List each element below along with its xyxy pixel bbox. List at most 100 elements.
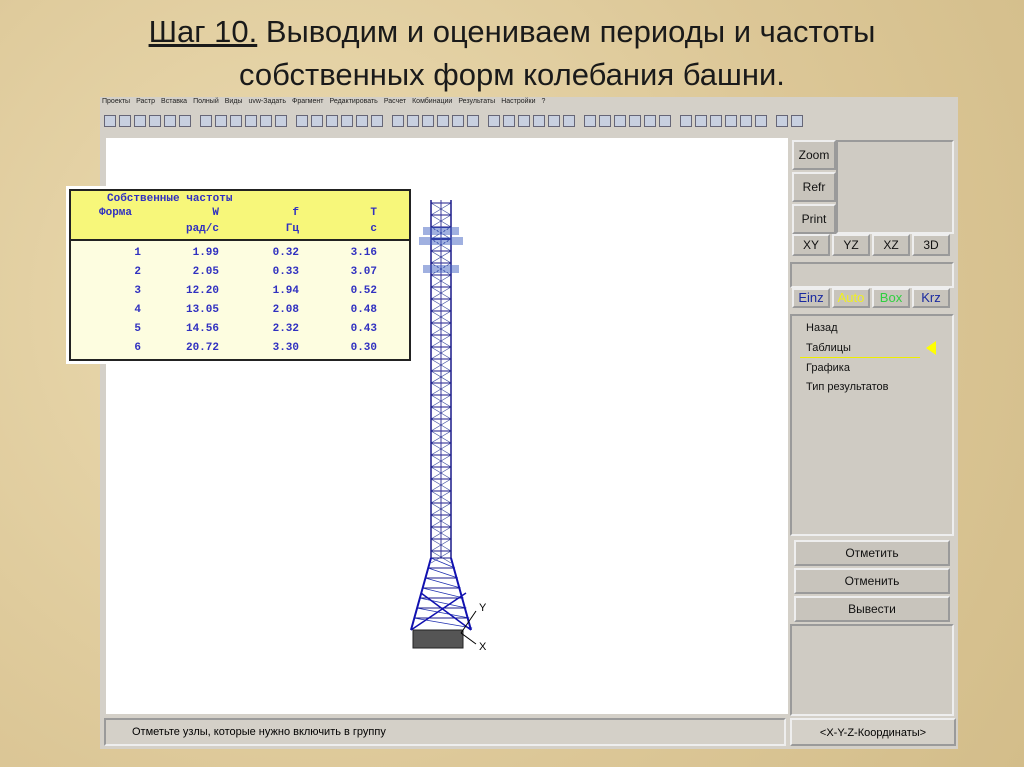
menu-item[interactable]: Полный bbox=[193, 98, 219, 105]
mode-einz-button[interactable]: Einz bbox=[792, 288, 830, 308]
toolbar-button-icon[interactable] bbox=[392, 115, 404, 127]
toolbar-button-icon[interactable] bbox=[791, 115, 803, 127]
step-label: Шаг 10. bbox=[148, 14, 258, 49]
toolbar-button-icon[interactable] bbox=[230, 115, 242, 127]
app-window: Проекты Растр Вставка Полный Виды uvw-Задать Ф… bbox=[66, 97, 958, 749]
toolbar-button-icon[interactable] bbox=[422, 115, 434, 127]
menu-tables[interactable]: Таблицы bbox=[806, 342, 851, 354]
toolbar-button-icon[interactable] bbox=[755, 115, 767, 127]
toolbar-button-icon[interactable] bbox=[371, 115, 383, 127]
menu-item[interactable]: Расчет bbox=[384, 98, 406, 105]
tower-member bbox=[460, 610, 477, 634]
coordinates-button[interactable]: <X-Y-Z-Координаты> bbox=[790, 718, 956, 746]
toolbar-button-icon[interactable] bbox=[488, 115, 500, 127]
foundation bbox=[412, 629, 464, 649]
toolbar-button-icon[interactable] bbox=[311, 115, 323, 127]
toolbar-button-icon[interactable] bbox=[740, 115, 752, 127]
toolbar-button-icon[interactable] bbox=[710, 115, 722, 127]
toolbar-button-icon[interactable] bbox=[695, 115, 707, 127]
toolbar-button-icon[interactable] bbox=[614, 115, 626, 127]
tower-member bbox=[419, 597, 467, 609]
menu-graphics[interactable]: Графика bbox=[806, 362, 850, 374]
menu-item[interactable]: Настройки bbox=[501, 98, 535, 105]
toolbar-button-icon[interactable] bbox=[467, 115, 479, 127]
menu-item[interactable]: Растр bbox=[136, 98, 155, 105]
menu-item[interactable]: Проекты bbox=[102, 98, 130, 105]
menu-bar: Проекты Растр Вставка Полный Виды uvw-Задать Ф… bbox=[102, 98, 551, 105]
toolbar-button-icon[interactable] bbox=[326, 115, 338, 127]
title-line2: собственных форм колебания башни. bbox=[239, 57, 785, 92]
selection-marker-icon bbox=[926, 341, 936, 355]
tower-model: YX bbox=[410, 200, 487, 653]
toolbar-button-icon[interactable] bbox=[680, 115, 692, 127]
toolbar-button-icon[interactable] bbox=[200, 115, 212, 127]
view-3d-button[interactable]: 3D bbox=[912, 234, 950, 256]
menu-item[interactable]: Комбинации bbox=[412, 98, 452, 105]
view-xy-button[interactable]: XY bbox=[792, 234, 830, 256]
menu-item[interactable]: Вставка bbox=[161, 98, 187, 105]
menu-item[interactable]: Виды bbox=[225, 98, 243, 105]
toolbar-button-icon[interactable] bbox=[644, 115, 656, 127]
tower-member bbox=[422, 587, 464, 599]
toolbar-button-icon[interactable] bbox=[164, 115, 176, 127]
toolbar-button-icon[interactable] bbox=[119, 115, 131, 127]
mark-button[interactable]: Отметить bbox=[794, 540, 950, 566]
toolbar-button-icon[interactable] bbox=[215, 115, 227, 127]
toolbar bbox=[104, 113, 803, 129]
status-bar: Отметьте узлы, которые нужно включить в … bbox=[104, 718, 786, 746]
axis-x-label: X bbox=[479, 641, 487, 653]
mode-auto-button[interactable]: Auto bbox=[832, 288, 870, 308]
toolbar-button-icon[interactable] bbox=[533, 115, 545, 127]
toolbar-button-icon[interactable] bbox=[179, 115, 191, 127]
zoom-button[interactable]: Zoom bbox=[792, 140, 836, 170]
toolbar-button-icon[interactable] bbox=[260, 115, 272, 127]
toolbar-button-icon[interactable] bbox=[275, 115, 287, 127]
toolbar-button-icon[interactable] bbox=[599, 115, 611, 127]
axis-y-label: Y bbox=[479, 602, 487, 614]
tower-member bbox=[450, 557, 472, 631]
slide-title: Шаг 10. Выводим и оцениваем периоды и ча… bbox=[0, 10, 1024, 96]
toolbar-button-icon[interactable] bbox=[437, 115, 449, 127]
toolbar-button-icon[interactable] bbox=[776, 115, 788, 127]
tower-member bbox=[425, 577, 461, 589]
menu-item[interactable]: Фрагмент bbox=[292, 98, 323, 105]
toolbar-button-icon[interactable] bbox=[503, 115, 515, 127]
mode-krz-button[interactable]: Krz bbox=[912, 288, 950, 308]
mode-box-button[interactable]: Box bbox=[872, 288, 910, 308]
bottom-panel bbox=[790, 624, 954, 716]
command-menu: Назад Таблицы Графика Тип результатов bbox=[790, 314, 954, 536]
toolbar-button-icon[interactable] bbox=[659, 115, 671, 127]
toolbar-button-icon[interactable] bbox=[452, 115, 464, 127]
view-yz-button[interactable]: YZ bbox=[832, 234, 870, 256]
toolbar-button-icon[interactable] bbox=[356, 115, 368, 127]
model-canvas[interactable]: Собственные частоты Форма Wf T рад/с Гц с 11… bbox=[66, 138, 788, 714]
menu-item[interactable]: uvw-Задать bbox=[248, 98, 286, 105]
toolbar-button-icon[interactable] bbox=[518, 115, 530, 127]
menu-item[interactable]: Редактировать bbox=[329, 98, 377, 105]
toolbar-button-icon[interactable] bbox=[407, 115, 419, 127]
info-box bbox=[790, 262, 954, 288]
toolbar-button-icon[interactable] bbox=[149, 115, 161, 127]
menu-back[interactable]: Назад bbox=[806, 322, 838, 334]
toolbar-button-icon[interactable] bbox=[548, 115, 560, 127]
tower-member bbox=[420, 592, 472, 631]
toolbar-button-icon[interactable] bbox=[104, 115, 116, 127]
menu-result-type[interactable]: Тип результатов bbox=[806, 381, 889, 393]
toolbar-button-icon[interactable] bbox=[629, 115, 641, 127]
menu-item[interactable]: ? bbox=[542, 98, 546, 105]
menu-item[interactable]: Результаты bbox=[458, 98, 495, 105]
toolbar-button-icon[interactable] bbox=[725, 115, 737, 127]
preview-box bbox=[836, 140, 954, 234]
output-button[interactable]: Вывести bbox=[794, 596, 950, 622]
cancel-button[interactable]: Отменить bbox=[794, 568, 950, 594]
refresh-button[interactable]: Refr bbox=[792, 172, 836, 202]
toolbar-button-icon[interactable] bbox=[245, 115, 257, 127]
toolbar-button-icon[interactable] bbox=[584, 115, 596, 127]
print-button[interactable]: Print bbox=[792, 204, 836, 234]
toolbar-button-icon[interactable] bbox=[563, 115, 575, 127]
toolbar-button-icon[interactable] bbox=[134, 115, 146, 127]
toolbar-button-icon[interactable] bbox=[341, 115, 353, 127]
view-xz-button[interactable]: XZ bbox=[872, 234, 910, 256]
toolbar-button-icon[interactable] bbox=[296, 115, 308, 127]
title-text: Выводим и оцениваем периоды и частоты bbox=[257, 14, 876, 49]
